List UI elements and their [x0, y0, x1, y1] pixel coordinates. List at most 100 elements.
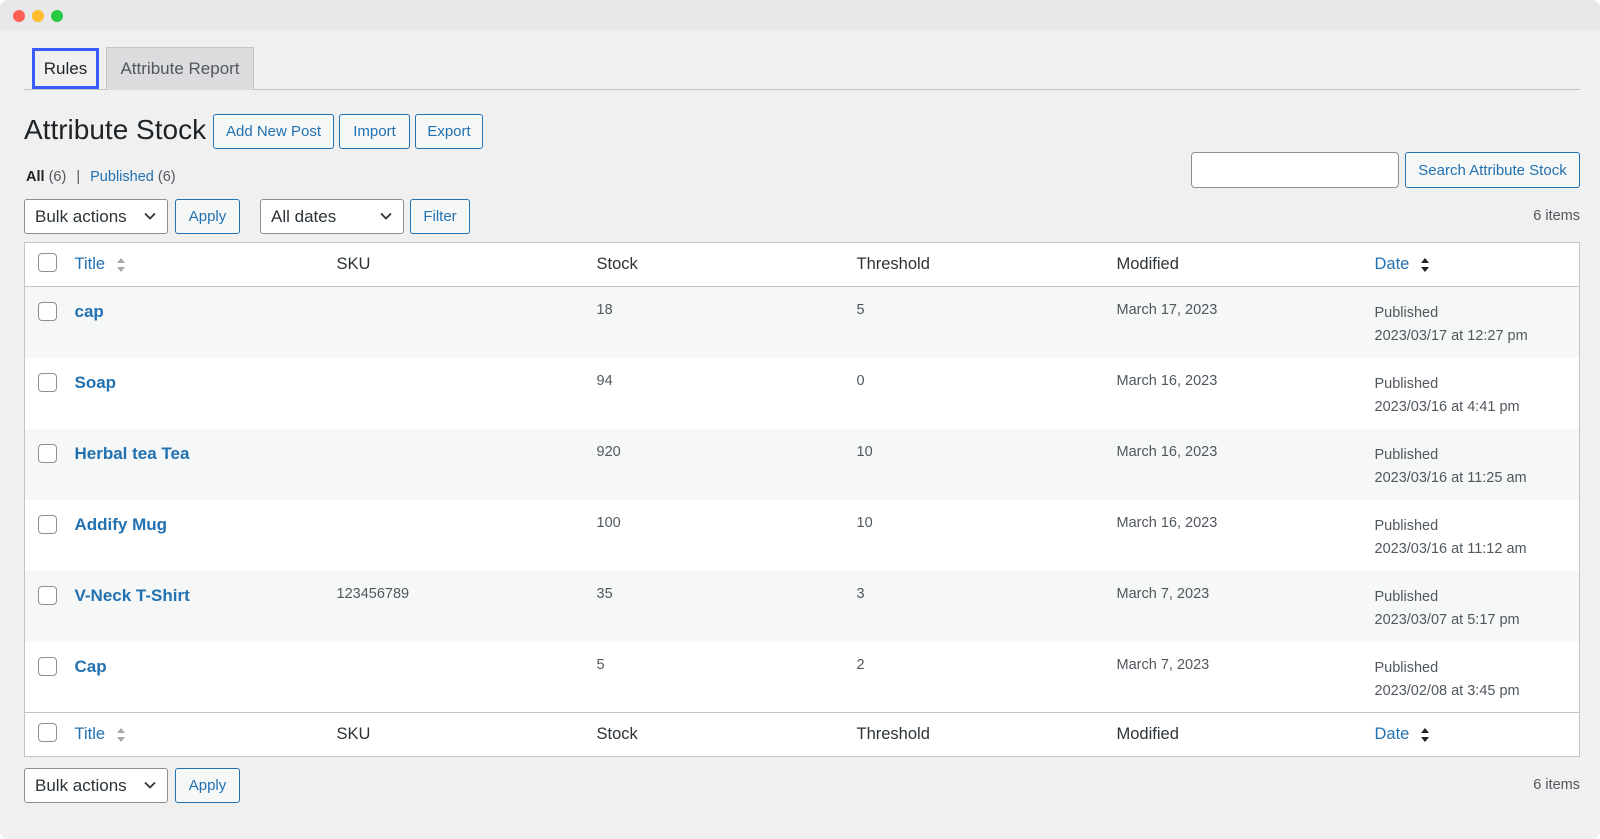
attribute-stock-table: Title SKU Stock Threshold Modified Date … [24, 242, 1580, 757]
row-stock: 5 [596, 656, 605, 673]
row-stock: 94 [596, 372, 613, 389]
row-title-link[interactable]: cap [75, 302, 104, 321]
row-date-cell: Published 2023/02/08 at 3:45 pm [1375, 642, 1580, 713]
close-window-icon[interactable] [13, 10, 25, 22]
footer-date-header[interactable]: Date [1375, 713, 1580, 757]
table-footer-row: Title SKU Stock Threshold Modified Date [24, 712, 1580, 757]
row-threshold: 3 [856, 585, 865, 602]
row-threshold: 10 [856, 514, 873, 531]
row-checkbox[interactable] [38, 302, 57, 321]
column-title-header[interactable]: Title [75, 243, 337, 287]
row-status: Published [1374, 375, 1439, 392]
apply-bottom-button[interactable]: Apply [175, 768, 240, 803]
select-all-footer-cell [25, 713, 75, 757]
table-row: Addify Mug 100 10 March 16, 2023 Publish… [25, 500, 1580, 571]
select-all-footer-checkbox[interactable] [38, 722, 57, 742]
row-date-cell: Published 2023/03/16 at 11:12 am [1375, 500, 1580, 571]
column-date-header[interactable]: Date [1375, 243, 1580, 287]
row-stock: 35 [596, 585, 613, 602]
bulk-actions-bottom-select[interactable]: Bulk actions [24, 768, 168, 803]
row-title-link[interactable]: Herbal tea Tea [75, 444, 190, 463]
row-threshold: 10 [856, 443, 873, 460]
maximize-window-icon[interactable] [51, 10, 63, 22]
row-date: 2023/02/08 at 3:45 pm [1374, 682, 1520, 699]
footer-title-label: Title [74, 725, 106, 743]
footer-threshold-header: Threshold [856, 725, 930, 743]
dates-value: All dates [271, 206, 337, 226]
row-status: Published [1374, 305, 1439, 321]
row-title-link[interactable]: V-Neck T-Shirt [75, 586, 190, 605]
row-title-cell: Addify Mug [75, 500, 337, 571]
row-threshold: 5 [856, 302, 865, 318]
row-status: Published [1374, 588, 1439, 605]
sort-icon [116, 257, 125, 272]
row-checkbox-cell [25, 571, 75, 642]
table-row: Cap 5 2 March 7, 2023 Published 2023/02/0… [25, 642, 1580, 713]
row-title-link[interactable]: Soap [75, 373, 117, 392]
row-stock: 100 [596, 514, 621, 531]
row-checkbox[interactable] [38, 372, 57, 392]
row-checkbox-cell [25, 358, 75, 429]
bulk-actions-select[interactable]: Bulk actions [24, 199, 168, 234]
select-all-checkbox[interactable] [38, 252, 57, 272]
row-modified: March 16, 2023 [1116, 514, 1218, 531]
view-all-count: (6) [48, 169, 67, 185]
table-row: Soap 94 0 March 16, 2023 Published 2023/0… [25, 358, 1580, 429]
column-modified-header: Modified [1116, 255, 1179, 273]
row-status: Published [1374, 446, 1439, 463]
row-sku [337, 429, 597, 500]
footer-stock-header: Stock [596, 725, 638, 743]
sort-desc-icon [1420, 257, 1429, 272]
row-checkbox[interactable] [38, 443, 57, 463]
row-sku [337, 500, 597, 571]
row-title-cell: V-Neck T-Shirt [75, 571, 337, 642]
row-date: 2023/03/16 at 11:12 am [1374, 540, 1527, 557]
row-title-link[interactable]: Cap [75, 657, 107, 676]
row-stock: 18 [596, 302, 613, 318]
row-sku [337, 642, 597, 713]
row-date-cell: Published 2023/03/16 at 11:25 am [1375, 429, 1580, 500]
row-date: 2023/03/17 at 12:27 pm [1374, 328, 1528, 344]
row-checkbox-cell [25, 642, 75, 713]
export-button[interactable]: Export [415, 114, 483, 149]
import-button[interactable]: Import [339, 114, 410, 149]
row-modified: March 16, 2023 [1116, 443, 1218, 460]
row-title-link[interactable]: Addify Mug [75, 515, 168, 534]
dates-select[interactable]: All dates [260, 199, 404, 234]
row-status: Published [1374, 517, 1439, 534]
select-all-cell [25, 243, 75, 287]
view-separator: | [76, 169, 81, 185]
tab-rules[interactable]: Rules [32, 48, 99, 89]
row-checkbox[interactable] [38, 514, 57, 534]
row-checkbox[interactable] [38, 585, 57, 605]
table-row: Herbal tea Tea 920 10 March 16, 2023 Pub… [24, 428, 1580, 500]
bulk-actions-bottom-value: Bulk actions [35, 775, 127, 795]
apply-button[interactable]: Apply [175, 199, 240, 234]
row-date-cell: Published 2023/03/17 at 12:27 pm [1375, 287, 1580, 358]
table-row: V-Neck T-Shirt 123456789 35 3 March 7, 2… [24, 570, 1580, 642]
row-sku [337, 358, 597, 429]
sort-icon [116, 727, 125, 742]
search-input[interactable] [1191, 152, 1399, 188]
sort-desc-icon [1420, 727, 1429, 742]
window-titlebar [0, 0, 1600, 30]
row-title-cell: Cap [75, 642, 337, 713]
column-date-label: Date [1374, 255, 1410, 273]
row-status: Published [1374, 659, 1439, 676]
view-published-link[interactable]: Published [90, 169, 154, 185]
row-date: 2023/03/16 at 4:41 pm [1374, 398, 1520, 415]
tab-attribute-report[interactable]: Attribute Report [106, 47, 254, 90]
minimize-window-icon[interactable] [32, 10, 44, 22]
column-stock-header: Stock [596, 255, 638, 273]
filter-button[interactable]: Filter [410, 199, 470, 234]
row-checkbox-cell [25, 287, 75, 358]
view-published-count: (6) [157, 169, 176, 185]
row-threshold: 2 [856, 656, 865, 673]
search-attribute-stock-button[interactable]: Search Attribute Stock [1405, 152, 1580, 188]
row-checkbox[interactable] [38, 656, 57, 676]
chevron-down-icon [144, 212, 156, 220]
row-sku [337, 287, 597, 358]
add-new-post-button[interactable]: Add New Post [213, 114, 334, 149]
footer-title-header[interactable]: Title [75, 713, 337, 757]
view-all-label[interactable]: All [26, 169, 45, 185]
